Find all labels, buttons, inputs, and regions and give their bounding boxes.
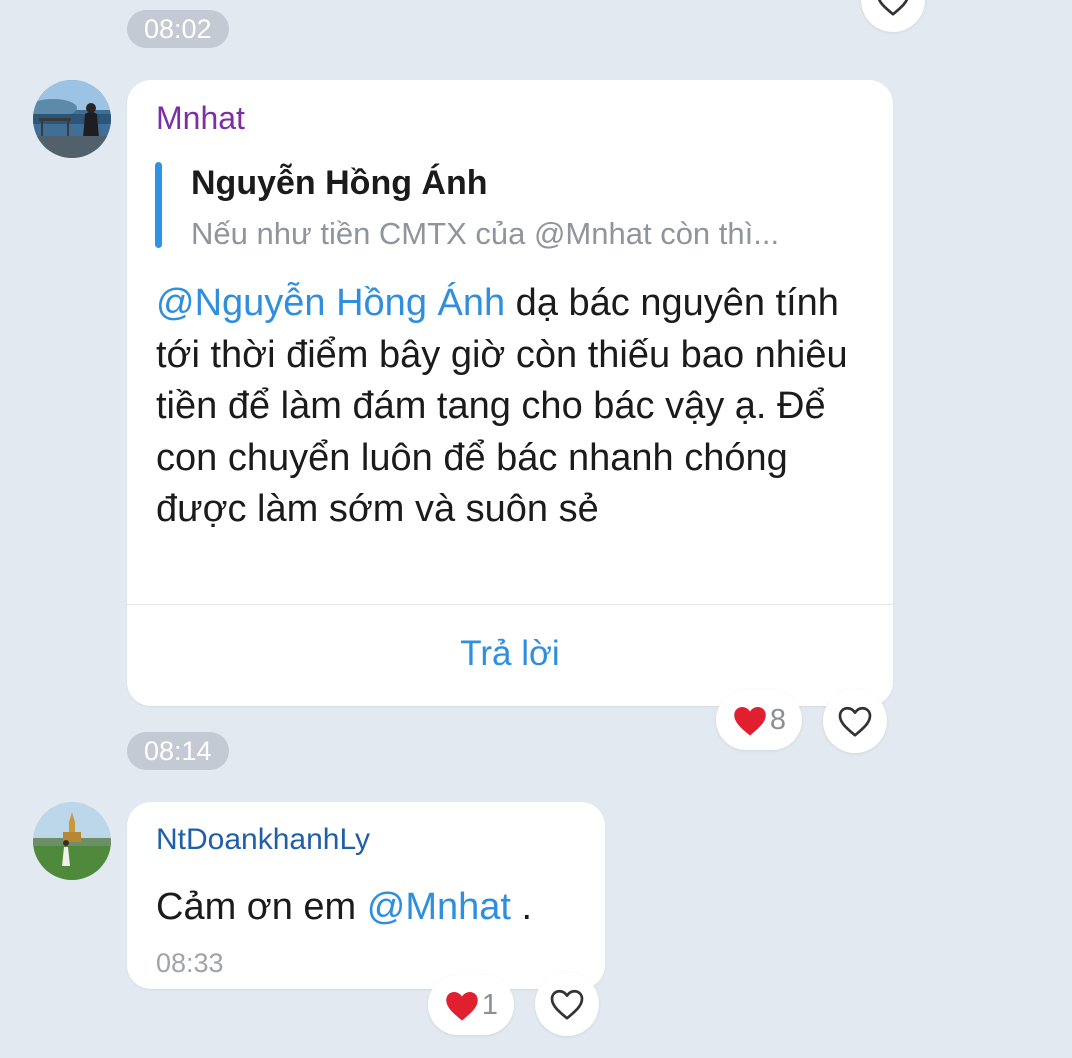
- message-time: 08:33: [156, 948, 224, 978]
- reaction-badge[interactable]: 1: [428, 975, 514, 1035]
- reaction-count: 8: [769, 703, 787, 736]
- time-divider: 08:02: [127, 10, 229, 48]
- message-body: .: [510, 886, 533, 928]
- like-button[interactable]: [535, 972, 599, 1036]
- like-button[interactable]: [823, 689, 887, 753]
- red-heart-icon: [734, 706, 766, 735]
- divider: [127, 604, 893, 605]
- quote-text: Nếu như tiền CMTX của @Mnhat còn thì...: [191, 216, 780, 251]
- sender-name[interactable]: NtDoankhanhLy: [156, 823, 370, 857]
- message-bubble[interactable]: NtDoankhanhLy Cảm ơn em @Mnhat . 08:33: [127, 802, 605, 989]
- avatar[interactable]: [33, 802, 111, 880]
- red-heart-icon: [446, 991, 478, 1020]
- heart-outline-icon: [838, 706, 872, 737]
- reply-button[interactable]: Trả lời: [127, 634, 893, 674]
- mention-link[interactable]: @Nguyễn Hồng Ánh: [156, 282, 505, 324]
- message-body: Cảm ơn em: [156, 886, 367, 928]
- avatar[interactable]: [33, 80, 111, 158]
- message-bubble[interactable]: Mnhat Nguyễn Hồng Ánh Nếu như tiền CMTX …: [127, 80, 893, 706]
- user-avatar-photo: [33, 802, 111, 880]
- quote-bar: [155, 162, 162, 248]
- heart-outline-icon: [877, 0, 909, 16]
- user-avatar-photo: [33, 80, 111, 158]
- message-text: @Nguyễn Hồng Ánh dạ bác nguyên tính tới …: [156, 278, 871, 536]
- mention-link[interactable]: @Mnhat: [367, 886, 511, 928]
- heart-outline-icon: [550, 989, 584, 1020]
- sender-name[interactable]: Mnhat: [156, 100, 245, 137]
- message-text: Cảm ơn em @Mnhat .: [156, 882, 596, 934]
- quote-author: Nguyễn Hồng Ánh: [191, 164, 488, 202]
- reaction-badge[interactable]: 8: [716, 690, 802, 750]
- reaction-count: 1: [481, 988, 499, 1021]
- time-divider: 08:14: [127, 732, 229, 770]
- like-button[interactable]: [861, 0, 925, 32]
